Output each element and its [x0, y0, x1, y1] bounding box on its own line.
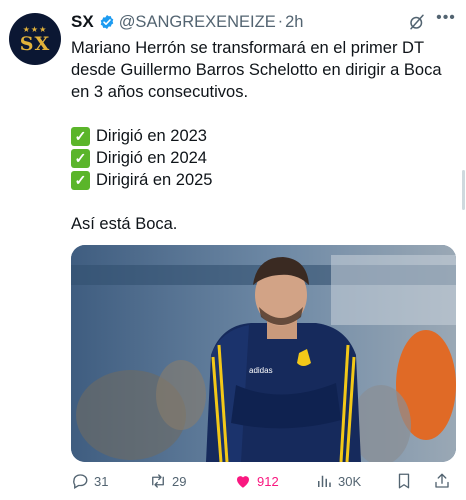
check-box-icon: ✓ — [71, 126, 90, 146]
checklist-item: ✓ Dirigió en 2024 — [71, 147, 456, 169]
checklist-text: Dirigió en 2024 — [96, 149, 207, 167]
like-count: 912 — [257, 473, 279, 489]
checklist-text: Dirigió en 2023 — [96, 127, 207, 145]
check-box-icon: ✓ — [71, 148, 90, 168]
heart-icon — [237, 476, 249, 488]
share-icon — [435, 473, 449, 488]
svg-text:adidas: adidas — [249, 366, 273, 375]
retweet-icon — [152, 474, 164, 488]
author-handle[interactable]: @SANGREXENEIZE — [119, 13, 276, 32]
tweet-closing: Así está Boca. — [71, 215, 178, 233]
check-box-icon: ✓ — [71, 170, 90, 190]
scrollbar-thumb[interactable] — [462, 170, 465, 210]
reply-button[interactable]: 31 — [71, 470, 108, 492]
coach-photo-icon: adidas — [71, 245, 456, 462]
reply-icon — [73, 474, 88, 489]
bookmark-button[interactable] — [395, 470, 418, 492]
grok-icon[interactable] — [408, 13, 426, 31]
header-separator: · — [277, 13, 284, 30]
tweet-time[interactable]: 2h — [285, 13, 303, 32]
tweet-text: Mariano Herrón se transformará en el pri… — [71, 37, 456, 235]
views-count: 30K — [338, 473, 362, 489]
author-name[interactable]: SX — [71, 12, 94, 32]
bookmark-icon — [398, 473, 410, 489]
retweet-button[interactable]: 29 — [149, 470, 186, 492]
views-button[interactable]: 30K — [315, 470, 361, 492]
checklist-item: ✓ Dirigió en 2023 — [71, 125, 456, 147]
checklist-text: Dirigirá en 2025 — [96, 171, 213, 189]
share-button[interactable] — [433, 470, 456, 492]
reply-count: 31 — [94, 473, 109, 489]
views-icon — [318, 475, 331, 487]
tweet-header: SX @SANGREXENEIZE · 2h — [71, 11, 456, 33]
tweet-image[interactable]: adidas — [71, 245, 456, 462]
more-options-icon[interactable]: ••• — [436, 10, 456, 31]
avatar[interactable]: ★★★ SX — [9, 13, 61, 65]
checklist-item: ✓ Dirigirá en 2025 — [71, 169, 456, 191]
tweet-paragraph: Mariano Herrón se transformará en el pri… — [71, 39, 442, 101]
tweet-actions: 31 29 912 30K — [71, 470, 456, 492]
verified-badge-icon — [100, 15, 113, 29]
retweet-count: 29 — [172, 473, 187, 489]
like-button[interactable]: 912 — [234, 470, 279, 492]
avatar-monogram: SX — [19, 33, 51, 55]
